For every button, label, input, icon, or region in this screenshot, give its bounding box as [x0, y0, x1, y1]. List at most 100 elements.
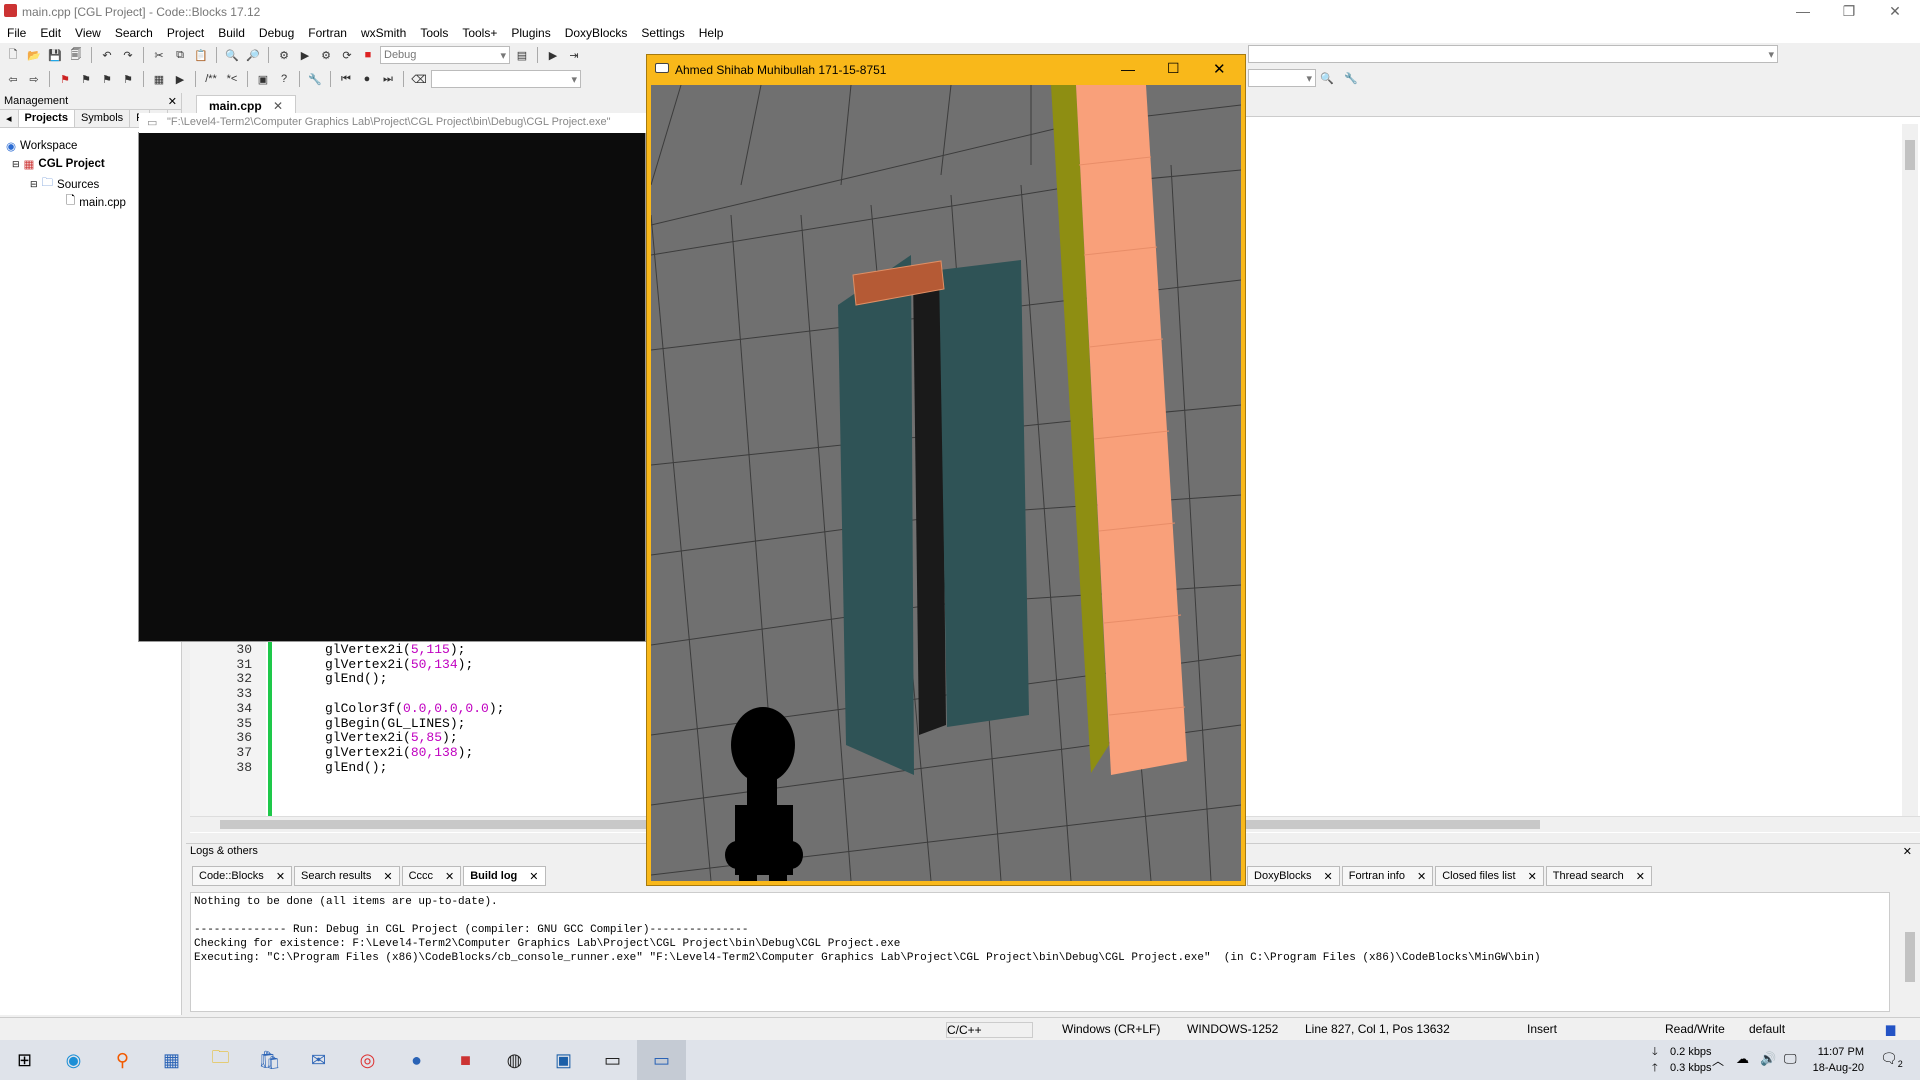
run-to-cursor-icon[interactable]: ⇥	[565, 46, 583, 64]
qbittorrent-icon[interactable]: ●	[392, 1040, 441, 1080]
volume-icon[interactable]: 🔊	[1760, 1051, 1776, 1067]
chm-icon[interactable]: ?	[275, 70, 293, 88]
cut-icon[interactable]: ✂	[150, 46, 168, 64]
photos-icon[interactable]: ▣	[539, 1040, 588, 1080]
new-file-icon[interactable]: 🗋	[4, 46, 22, 64]
code-line[interactable]: glVertex2i(50,134);	[325, 657, 473, 672]
save-icon[interactable]: 💾	[46, 46, 64, 64]
close-logs-icon[interactable]: ✕	[1903, 845, 1912, 858]
debug-run-icon[interactable]: ▶	[544, 46, 562, 64]
menu-build[interactable]: Build	[211, 23, 252, 43]
gl-minimize-button[interactable]: —	[1121, 61, 1135, 77]
code-line[interactable]: glVertex2i(5,115);	[325, 642, 465, 657]
bookmark-next-icon[interactable]: ⚑	[98, 70, 116, 88]
save-all-icon[interactable]: 🗐	[67, 46, 85, 64]
comment-block-icon[interactable]: /**	[202, 70, 220, 88]
build-target-select[interactable]: Debug ▾	[380, 46, 510, 64]
menu-doxyblocks[interactable]: DoxyBlocks	[558, 23, 635, 43]
menu-view[interactable]: View	[68, 23, 108, 43]
edge-icon[interactable]: ◉	[49, 1040, 98, 1080]
log-tab-search-results[interactable]: Search results ✕	[294, 866, 400, 886]
doxy-run-icon[interactable]: ▶	[171, 70, 189, 88]
logs-vscrollbar[interactable]	[1902, 892, 1918, 1012]
menu-edit[interactable]: Edit	[33, 23, 68, 43]
tray-chevron-icon[interactable]: ︿	[1712, 1052, 1724, 1069]
settings-wrench-icon[interactable]: 🔧	[1342, 69, 1360, 87]
log-tab-thread-search[interactable]: Thread search ✕	[1545, 866, 1652, 886]
close-tab-icon[interactable]: ✕	[1417, 870, 1426, 883]
tab-projects[interactable]: Projects	[18, 110, 75, 127]
store-icon[interactable]: 🛍	[245, 1040, 294, 1080]
bookmark-toggle-icon[interactable]: ⚑	[56, 70, 74, 88]
doxy-icon[interactable]: ▦	[150, 70, 168, 88]
comment-line-icon[interactable]: *<	[223, 70, 241, 88]
log-tab-doxyblocks[interactable]: DoxyBlocks ✕	[1247, 866, 1340, 886]
opengl-task-icon[interactable]: ▭	[637, 1040, 686, 1080]
prev-icon[interactable]: ⏮	[337, 70, 355, 88]
menu-search[interactable]: Search	[108, 23, 160, 43]
bookmark-clear-icon[interactable]: ⚑	[119, 70, 137, 88]
opengl-canvas[interactable]	[651, 85, 1241, 881]
close-tab-icon[interactable]: ✕	[445, 870, 454, 883]
abort-icon[interactable]: ■	[359, 46, 377, 64]
run-icon[interactable]: ▶	[296, 46, 314, 64]
menu-tools[interactable]: Tools	[413, 23, 455, 43]
codeblocks-icon[interactable]: ■	[441, 1040, 490, 1080]
code-line[interactable]: glEnd();	[325, 671, 387, 686]
code-line[interactable]: glColor3f(0.0,0.0,0.0);	[325, 701, 504, 716]
menu-tools-[interactable]: Tools+	[455, 23, 504, 43]
tab-symbols[interactable]: Symbols	[75, 110, 131, 127]
start-icon[interactable]: ⊞	[0, 1040, 49, 1080]
network-icon[interactable]: 🖵	[1784, 1051, 1797, 1067]
explorer-icon[interactable]: 🗀	[196, 1040, 245, 1080]
close-tab-icon[interactable]: ✕	[1636, 870, 1645, 883]
close-tab-icon[interactable]: ✕	[276, 870, 285, 883]
code-line[interactable]: glBegin(GL_LINES);	[325, 716, 465, 731]
copy-icon[interactable]: ⧉	[171, 46, 189, 64]
gl-maximize-button[interactable]: ☐	[1167, 60, 1180, 77]
jump-back-icon[interactable]: ⇦	[4, 70, 22, 88]
editor-vscrollbar[interactable]	[1902, 124, 1918, 816]
code-search-combo[interactable]: ▾	[431, 70, 581, 88]
clock[interactable]: 11:07 PM 18-Aug-20	[1813, 1044, 1864, 1076]
bookmark-prev-icon[interactable]: ⚑	[77, 70, 95, 88]
obs-icon[interactable]: ◍	[490, 1040, 539, 1080]
replace-icon[interactable]: 🔎	[244, 46, 262, 64]
search-icon[interactable]: ⚲	[98, 1040, 147, 1080]
close-tab-icon[interactable]: ✕	[1324, 870, 1333, 883]
tree-workspace[interactable]: ◉ Workspace	[6, 139, 77, 153]
scope-combo[interactable]: ▾	[1248, 69, 1316, 87]
code-line[interactable]: glVertex2i(80,138);	[325, 745, 473, 760]
close-tab-icon[interactable]: ✕	[273, 99, 283, 113]
next-icon[interactable]: ⏭	[379, 70, 397, 88]
tree-file-main[interactable]: 🗋 main.cpp	[66, 193, 126, 212]
restore-button[interactable]: ❐	[1826, 0, 1872, 24]
onedrive-icon[interactable]: ☁	[1736, 1051, 1749, 1067]
close-button[interactable]: ✕	[1872, 0, 1918, 24]
wrench-icon[interactable]: 🔧	[306, 70, 324, 88]
close-tab-icon[interactable]: ✕	[529, 870, 538, 883]
jump-forward-icon[interactable]: ⇨	[25, 70, 43, 88]
menu-settings[interactable]: Settings	[634, 23, 691, 43]
collapse-icon[interactable]: ⊟	[12, 159, 20, 170]
log-tab-cccc[interactable]: Cccc ✕	[401, 866, 462, 886]
close-tab-icon[interactable]: ✕	[1528, 870, 1537, 883]
html-icon[interactable]: ▣	[254, 70, 272, 88]
rebuild-icon[interactable]: ⟳	[338, 46, 356, 64]
close-tab-icon[interactable]: ✕	[383, 870, 392, 883]
calculator-icon[interactable]: ▦	[147, 1040, 196, 1080]
menu-wxsmith[interactable]: wxSmith	[354, 23, 413, 43]
tree-project[interactable]: ⊟ ▦ CGL Project	[12, 157, 105, 171]
log-tab-code-blocks[interactable]: Code::Blocks ✕	[192, 866, 293, 886]
close-panel-icon[interactable]: ✕	[168, 95, 177, 108]
menu-help[interactable]: Help	[692, 23, 731, 43]
menu-debug[interactable]: Debug	[252, 23, 301, 43]
redo-icon[interactable]: ↷	[119, 46, 137, 64]
menu-project[interactable]: Project	[160, 23, 211, 43]
menu-file[interactable]: File	[0, 23, 33, 43]
chrome-icon[interactable]: ◎	[343, 1040, 392, 1080]
undo-icon[interactable]: ↶	[98, 46, 116, 64]
log-tab-build-log[interactable]: Build log ✕	[463, 866, 546, 886]
menu-fortran[interactable]: Fortran	[301, 23, 354, 43]
open-icon[interactable]: 📂	[25, 46, 43, 64]
